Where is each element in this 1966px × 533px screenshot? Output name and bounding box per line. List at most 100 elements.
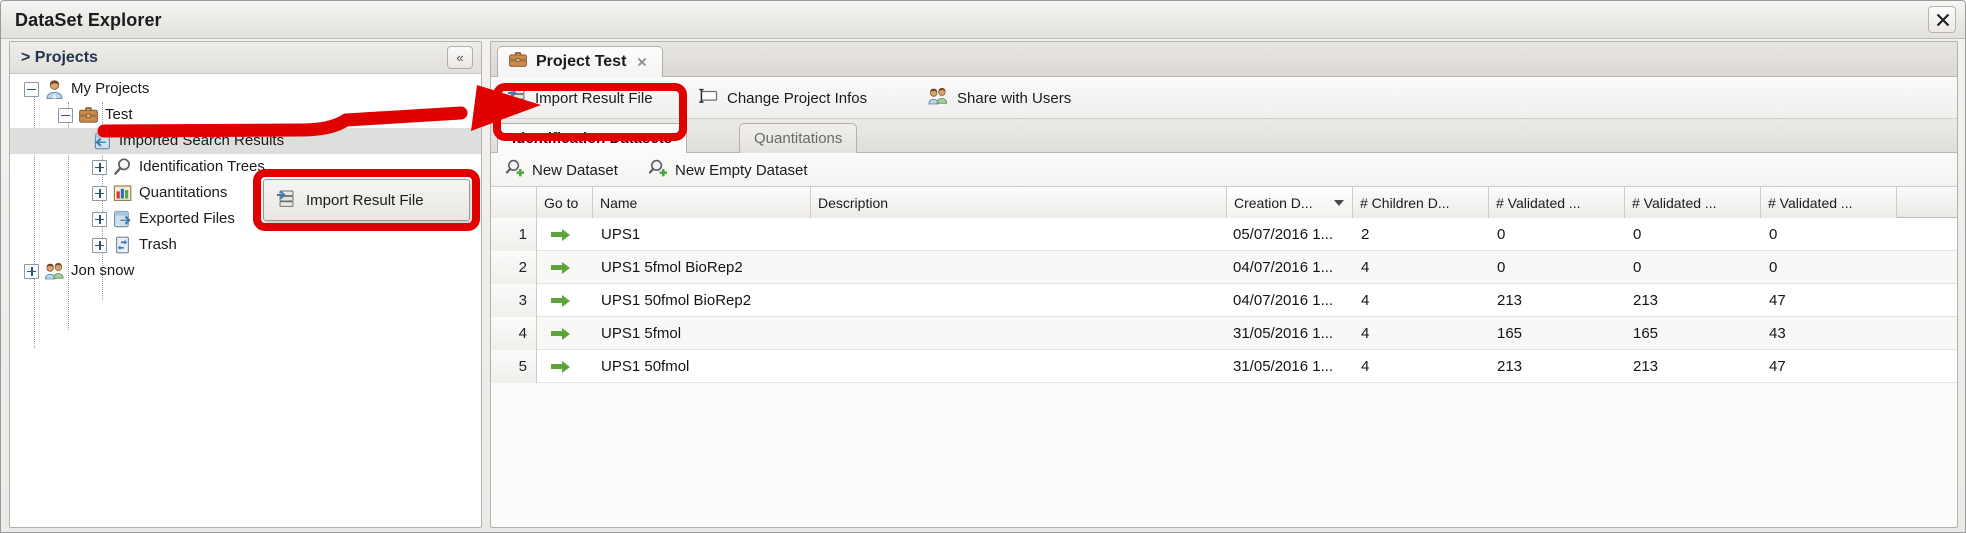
edit-infos-icon: [697, 86, 719, 110]
projects-panel: > Projects «: [9, 41, 482, 528]
cell-validated-1: 213: [1497, 350, 1617, 383]
toolbar-item-label: Change Project Infos: [727, 90, 867, 107]
cell-creation-date: 05/07/2016 1...: [1233, 218, 1353, 251]
tab-quantitations[interactable]: Quantitations: [739, 123, 857, 153]
document-tab-project-test[interactable]: Project Test: [497, 46, 663, 77]
tree-item-label: Test: [105, 102, 133, 128]
magnifier-icon: [112, 157, 133, 177]
cell-description: [819, 251, 1223, 284]
cell-children: 4: [1361, 350, 1481, 383]
cell-validated-1: 0: [1497, 251, 1617, 284]
new-dataset-button[interactable]: New Dataset: [501, 157, 622, 183]
tree-item-jon-snow[interactable]: Jon snow: [24, 258, 134, 284]
import-folder-icon: [92, 131, 113, 151]
cell-description: [819, 350, 1223, 383]
barchart-icon: [112, 183, 133, 203]
context-menu-item-label: Import Result File: [306, 192, 424, 209]
sort-descending-icon: [1334, 200, 1344, 206]
cell-description: [819, 218, 1223, 251]
export-folder-icon: [112, 209, 133, 229]
column-header-validated-1[interactable]: # Validated ...: [1489, 187, 1625, 218]
table-row[interactable]: 5 UPS1 50fmol 31/05/2016 1... 4 213 213 …: [491, 350, 1957, 383]
cell-goto[interactable]: [551, 284, 591, 317]
expander-expand-icon[interactable]: [92, 212, 107, 227]
project-document-panel: Project Test Import Result File: [490, 41, 1958, 528]
expander-collapse-icon[interactable]: [58, 108, 73, 123]
column-header-creation-date[interactable]: Creation D...: [1227, 187, 1353, 218]
cell-validated-2: 165: [1633, 317, 1753, 350]
tree-item-identification-trees[interactable]: Identification Trees: [92, 154, 265, 180]
tree-item-quantitations[interactable]: Quantitations: [92, 180, 227, 206]
briefcase-icon: [508, 50, 528, 74]
dataset-explorer-window: DataSet Explorer > Projects «: [0, 0, 1966, 533]
users-icon: [44, 261, 65, 281]
cell-creation-date: 04/07/2016 1...: [1233, 251, 1353, 284]
tree-item-label: Identification Trees: [139, 154, 265, 180]
cell-name: UPS1 5fmol BioRep2: [601, 251, 811, 284]
cell-description: [819, 317, 1223, 350]
cell-goto[interactable]: [551, 350, 591, 383]
expander-expand-icon[interactable]: [24, 264, 39, 279]
new-empty-dataset-button[interactable]: New Empty Dataset: [644, 157, 812, 183]
column-header-validated-2[interactable]: # Validated ...: [1625, 187, 1761, 218]
tab-identification-datasets[interactable]: Identification Datasets: [497, 123, 687, 153]
dataset-action-bar: New Dataset New Empty Dataset: [491, 153, 1957, 187]
cell-validated-1: 165: [1497, 317, 1617, 350]
toolbar-item-label: Import Result File: [535, 90, 653, 107]
cell-description: [819, 284, 1223, 317]
tree-item-label: Exported Files: [139, 206, 235, 232]
tree-item-label: Jon snow: [71, 258, 134, 284]
collapse-panel-button[interactable]: «: [447, 46, 473, 69]
column-header-index[interactable]: [491, 187, 537, 218]
document-tabstrip: Project Test: [491, 42, 1957, 77]
import-result-icon: [505, 85, 527, 111]
cell-goto[interactable]: [551, 218, 591, 251]
window-title: DataSet Explorer: [15, 10, 162, 31]
cell-goto[interactable]: [551, 251, 591, 284]
cell-creation-date: 31/05/2016 1...: [1233, 350, 1353, 383]
close-icon[interactable]: [634, 54, 650, 70]
tree-item-exported-files[interactable]: Exported Files: [92, 206, 235, 232]
close-icon: [1934, 11, 1952, 29]
expander-expand-icon[interactable]: [92, 238, 107, 253]
import-result-icon: [274, 187, 296, 213]
change-project-infos-button[interactable]: Change Project Infos: [691, 83, 873, 113]
cell-goto[interactable]: [551, 317, 591, 350]
cell-validated-2: 213: [1633, 284, 1753, 317]
document-tab-label: Project Test: [536, 53, 626, 71]
tree-item-test[interactable]: Test: [58, 102, 133, 128]
tab-label: Quantitations: [754, 130, 842, 147]
tree-item-label: Quantitations: [139, 180, 227, 206]
column-header-validated-3[interactable]: # Validated ...: [1761, 187, 1897, 218]
context-menu-import-result-file[interactable]: Import Result File: [263, 179, 470, 221]
import-result-file-button[interactable]: Import Result File: [499, 83, 659, 113]
cell-children: 2: [1361, 218, 1481, 251]
cell-name: UPS1 50fmol: [601, 350, 811, 383]
cell-children: 4: [1361, 251, 1481, 284]
expander-expand-icon[interactable]: [92, 186, 107, 201]
window-titlebar: DataSet Explorer: [1, 1, 1965, 39]
expander-expand-icon[interactable]: [92, 160, 107, 175]
cell-creation-date: 04/07/2016 1...: [1233, 284, 1353, 317]
tree-item-imported-search-results[interactable]: Imported Search Results: [10, 128, 481, 154]
projects-panel-title: > Projects: [21, 49, 98, 67]
table-row[interactable]: 1 UPS1 05/07/2016 1... 2 0 0 0: [491, 218, 1957, 251]
projects-tree[interactable]: My Projects Test: [10, 74, 481, 527]
tree-item-my-projects[interactable]: My Projects: [24, 76, 149, 102]
column-header-goto[interactable]: Go to: [537, 187, 593, 218]
tree-item-trash[interactable]: Trash: [92, 232, 177, 258]
window-close-button[interactable]: [1928, 6, 1956, 33]
table-row[interactable]: 3 UPS1 50fmol BioRep2 04/07/2016 1... 4 …: [491, 284, 1957, 317]
table-row[interactable]: 4 UPS1 5fmol 31/05/2016 1... 4 165 165 4…: [491, 317, 1957, 350]
cell-creation-date: 31/05/2016 1...: [1233, 317, 1353, 350]
goto-arrow-icon: [551, 295, 573, 307]
column-header-description[interactable]: Description: [811, 187, 1227, 218]
cell-validated-3: 47: [1769, 284, 1889, 317]
cell-validated-3: 47: [1769, 350, 1889, 383]
column-header-children[interactable]: # Children D...: [1353, 187, 1489, 218]
table-row[interactable]: 2 UPS1 5fmol BioRep2 04/07/2016 1... 4 0…: [491, 251, 1957, 284]
cell-children: 4: [1361, 284, 1481, 317]
expander-collapse-icon[interactable]: [24, 82, 39, 97]
column-header-name[interactable]: Name: [593, 187, 811, 218]
share-with-users-button[interactable]: Share with Users: [921, 83, 1077, 113]
